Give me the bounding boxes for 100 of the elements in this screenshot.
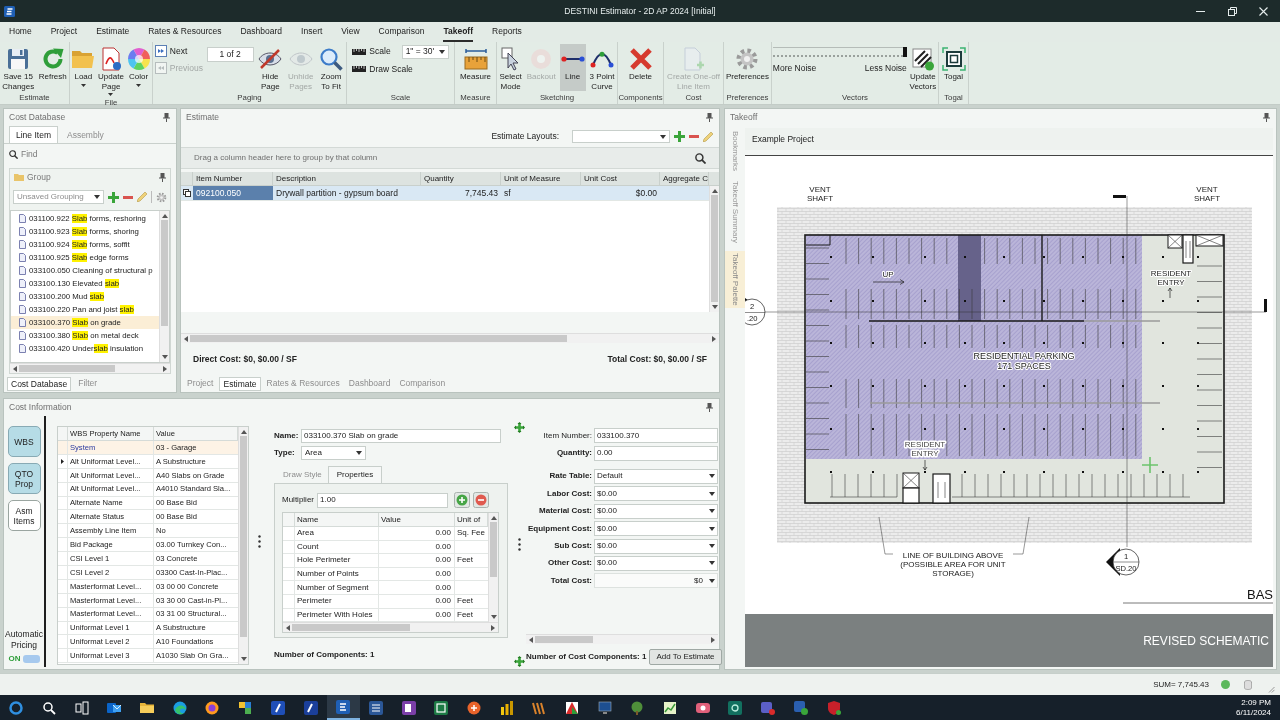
update-page-button[interactable]: Update Page bbox=[97, 44, 125, 97]
column-header[interactable]: Unit Cost bbox=[581, 172, 660, 185]
direct-cost-text: Direct Cost: $0, $0.00 / SF bbox=[193, 352, 297, 366]
delete-icon bbox=[629, 48, 652, 70]
dropdown[interactable]: Default bbox=[594, 468, 718, 484]
table-row[interactable]: 092100.050 Drywall partition - gypsum board 7,745.43 sf $0.00 bbox=[181, 186, 709, 201]
horizontal-scrollbar[interactable] bbox=[181, 333, 719, 343]
draw-scale-button[interactable]: Draw Scale bbox=[352, 62, 413, 76]
column-header[interactable]: Value bbox=[379, 513, 455, 526]
update-vectors-button[interactable]: Update Vectors bbox=[908, 44, 938, 92]
line-tool-button[interactable]: Line bbox=[559, 44, 586, 91]
close-icon[interactable] bbox=[1259, 6, 1268, 16]
column-header[interactable]: Aggregate C bbox=[660, 172, 709, 185]
app-icon bbox=[401, 700, 416, 715]
page-number-field[interactable]: 1 of 2 bbox=[206, 47, 254, 62]
vertical-scrollbar[interactable] bbox=[709, 186, 719, 312]
text-field[interactable]: 033100.370 bbox=[594, 428, 718, 444]
noise-slider[interactable] bbox=[772, 47, 907, 57]
multiplier-field[interactable]: 1.00 bbox=[317, 492, 448, 508]
pin-icon[interactable] bbox=[706, 113, 713, 122]
vertical-scrollbar[interactable] bbox=[159, 211, 169, 362]
pin-icon[interactable] bbox=[1263, 113, 1270, 122]
text-field[interactable]: 0.00 bbox=[594, 445, 718, 461]
next-page-button[interactable]: Next bbox=[154, 44, 188, 58]
caret-icon bbox=[108, 93, 114, 96]
search-icon[interactable] bbox=[695, 152, 706, 164]
dropdown[interactable]: $0.00 bbox=[594, 538, 718, 554]
measure-button[interactable]: Measure bbox=[458, 44, 493, 91]
horizontal-scrollbar[interactable] bbox=[526, 634, 718, 644]
refresh-button[interactable]: Refresh bbox=[37, 44, 68, 91]
add-to-estimate-button[interactable]: Add To Estimate bbox=[649, 649, 722, 665]
pin-icon[interactable] bbox=[163, 113, 170, 122]
menu-tab[interactable]: Insert bbox=[301, 22, 323, 42]
sheet-title: BAS bbox=[1247, 587, 1273, 602]
minus-icon[interactable] bbox=[123, 195, 134, 199]
save-changes-button[interactable]: Save 15 Changes bbox=[1, 44, 36, 92]
menu-tab[interactable]: Project bbox=[50, 22, 78, 42]
multiplier-label: Multiplier bbox=[282, 494, 314, 506]
menu-tab[interactable]: Home bbox=[9, 22, 32, 42]
hide-page-button[interactable]: Hide Page bbox=[257, 44, 284, 92]
menu-tab[interactable]: Reports bbox=[492, 22, 522, 42]
find-field[interactable]: Find bbox=[9, 146, 171, 162]
dropdown[interactable]: $0.00 bbox=[594, 503, 718, 519]
plus-icon[interactable] bbox=[108, 191, 120, 203]
grip-dots-icon[interactable] bbox=[518, 538, 521, 551]
column-header[interactable]: Item Number bbox=[193, 172, 273, 185]
tab[interactable]: Properties bbox=[327, 466, 383, 483]
restore-icon[interactable] bbox=[1228, 6, 1237, 16]
curve-tool-button[interactable]: 3 Point Curve bbox=[588, 44, 616, 92]
menu-tab[interactable]: Dashboard bbox=[240, 22, 283, 42]
menu-tab[interactable]: Rates & Resources bbox=[148, 22, 222, 42]
menu-tab[interactable]: View bbox=[341, 22, 360, 42]
column-header[interactable]: Quantity bbox=[421, 172, 501, 185]
pin-icon[interactable] bbox=[159, 172, 166, 182]
taskbar-button[interactable] bbox=[326, 695, 360, 720]
type-dropdown[interactable]: Area bbox=[301, 445, 366, 460]
menu-tab[interactable]: Estimate bbox=[96, 22, 130, 42]
minimize-icon[interactable] bbox=[1196, 10, 1205, 12]
add-circle-icon[interactable] bbox=[454, 492, 470, 508]
move-icon[interactable] bbox=[514, 656, 525, 667]
plus-icon[interactable] bbox=[674, 131, 685, 142]
column-header[interactable]: Unit of Measure bbox=[501, 172, 581, 185]
name-field[interactable]: 033100.370 Slab on grade bbox=[301, 428, 501, 443]
dropdown[interactable]: $0 bbox=[594, 573, 718, 589]
horizontal-scrollbar[interactable] bbox=[283, 622, 498, 632]
zoom-to-fit-button[interactable]: Zoom To Fit bbox=[318, 44, 345, 92]
load-button[interactable]: Load bbox=[70, 44, 97, 91]
menu-tab[interactable]: Comparison bbox=[378, 22, 425, 42]
horizontal-scrollbar[interactable] bbox=[10, 363, 170, 373]
column-header[interactable]: Name bbox=[295, 513, 379, 526]
vertical-scrollbar[interactable] bbox=[488, 513, 498, 622]
search-icon[interactable] bbox=[9, 149, 18, 159]
toggle-switch[interactable] bbox=[22, 655, 40, 663]
togal-button[interactable]: Togal bbox=[940, 44, 967, 91]
table-cell: Area bbox=[295, 527, 379, 540]
scale-dropdown[interactable]: 1" = 30' bbox=[401, 44, 449, 59]
side-button[interactable]: QTO Prop bbox=[7, 463, 41, 494]
delete-button[interactable]: Delete bbox=[627, 44, 654, 91]
side-button[interactable]: WBS bbox=[7, 426, 41, 457]
pin-icon[interactable] bbox=[706, 403, 713, 412]
slider-thumb[interactable] bbox=[902, 47, 907, 57]
caret-icon bbox=[709, 474, 715, 479]
remove-circle-icon[interactable] bbox=[473, 492, 489, 508]
vertical-scrollbar[interactable] bbox=[238, 427, 248, 664]
tab[interactable]: Line Item bbox=[9, 126, 58, 143]
grip-dots-icon[interactable] bbox=[257, 535, 261, 548]
preferences-button[interactable]: Preferences bbox=[724, 44, 771, 91]
side-button[interactable]: Asm Items bbox=[7, 500, 41, 531]
column-header[interactable]: Description bbox=[273, 172, 421, 185]
move-icon[interactable] bbox=[514, 422, 525, 433]
tab[interactable]: Estimate bbox=[219, 376, 261, 391]
dropdown[interactable]: $0.00 bbox=[594, 521, 718, 537]
document-tab[interactable]: Example Project bbox=[752, 132, 814, 146]
grouping-dropdown[interactable]: Unsaved Grouping bbox=[13, 190, 105, 204]
tab[interactable]: Cost Database bbox=[7, 376, 72, 391]
color-button[interactable]: Color bbox=[125, 44, 152, 91]
crosshair-icon bbox=[1141, 456, 1159, 474]
select-mode-button[interactable]: Select Mode bbox=[498, 44, 523, 92]
dropdown[interactable]: $0.00 bbox=[594, 486, 718, 502]
dropdown[interactable]: $0.00 bbox=[594, 555, 718, 571]
